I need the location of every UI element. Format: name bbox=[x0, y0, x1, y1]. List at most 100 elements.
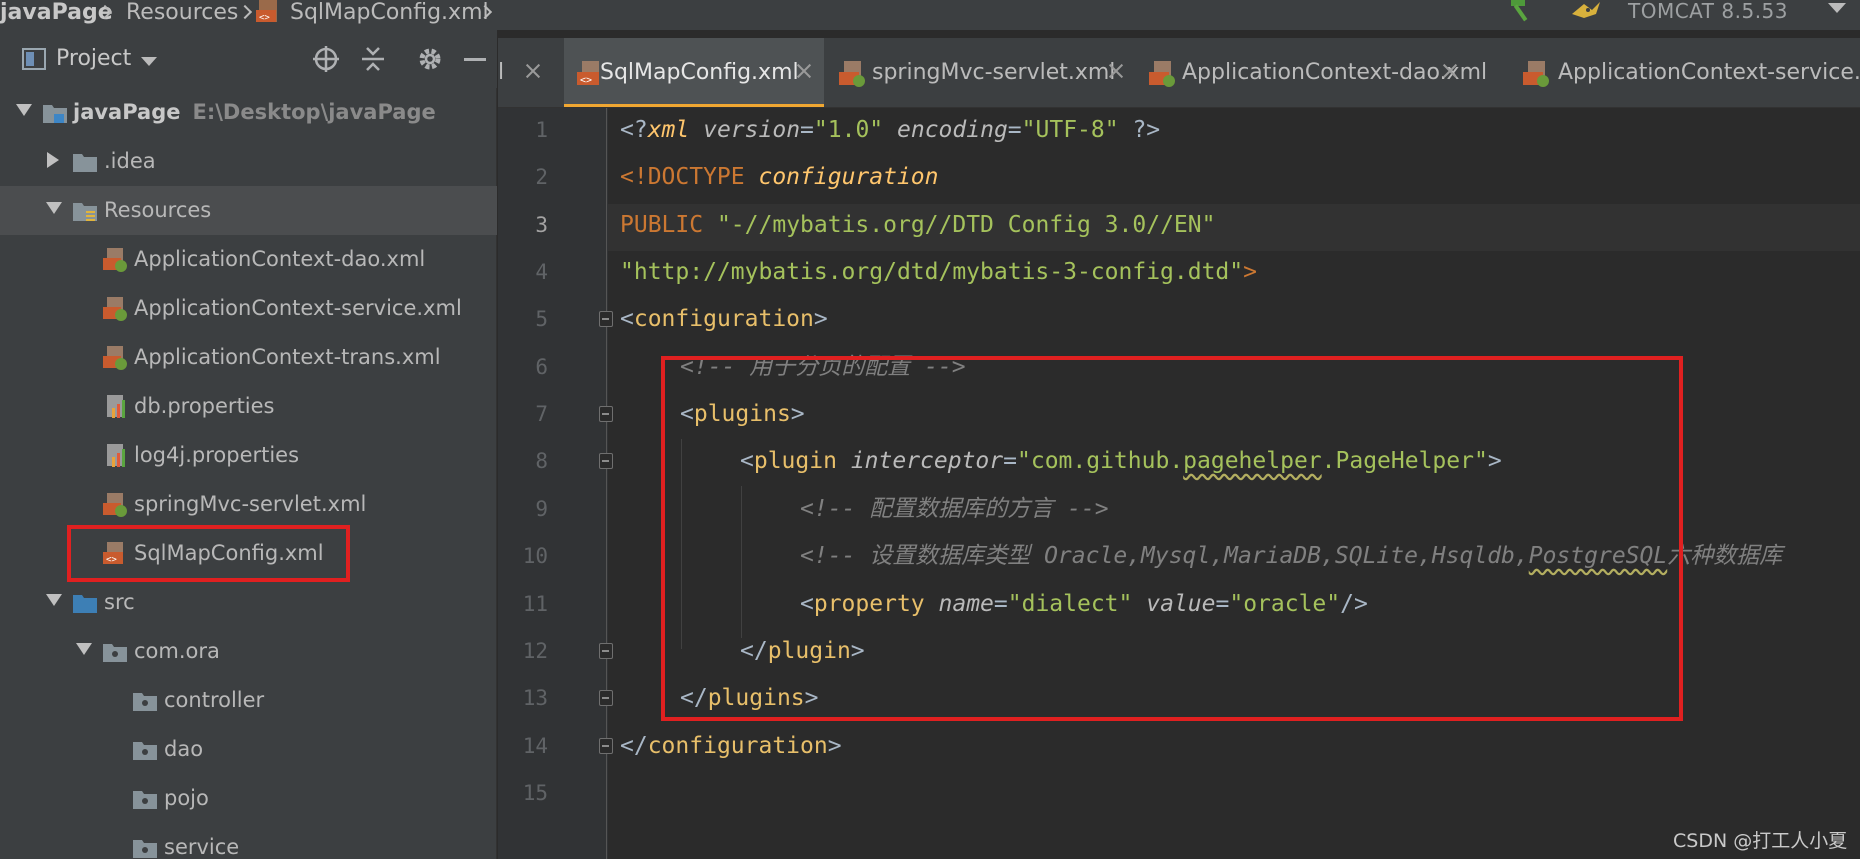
tree-item-src[interactable]: src bbox=[0, 578, 497, 627]
spring-xml-file-icon bbox=[102, 296, 128, 322]
editor-tab-bar: l <> SqlMapConfig.xml springMvc-servlet.… bbox=[498, 38, 1860, 108]
fold-marker-icon[interactable] bbox=[599, 738, 613, 754]
svg-text:<>: <> bbox=[580, 75, 592, 86]
fold-marker-icon[interactable] bbox=[599, 311, 613, 327]
line-number: 11 bbox=[522, 592, 548, 616]
tree-item-package[interactable]: pojo bbox=[0, 774, 497, 823]
line-number: 14 bbox=[522, 734, 548, 758]
tree-item-label: .idea bbox=[104, 149, 156, 173]
project-panel-title[interactable]: Project bbox=[56, 46, 131, 72]
package-icon bbox=[132, 835, 158, 859]
run-configuration-label: TOMCAT 8.5.53 bbox=[1628, 0, 1788, 23]
tree-item-label: ApplicationContext-trans.xml bbox=[134, 345, 441, 369]
chevron-down-icon[interactable] bbox=[1828, 3, 1846, 13]
folder-icon bbox=[72, 149, 98, 175]
tab-truncated[interactable]: l bbox=[498, 38, 560, 107]
expand-arrow-icon[interactable] bbox=[47, 152, 59, 168]
properties-file-icon bbox=[102, 443, 128, 469]
project-view-icon bbox=[22, 48, 46, 74]
spring-xml-file-icon bbox=[102, 345, 128, 371]
tree-item-label: controller bbox=[164, 688, 265, 712]
gear-icon[interactable] bbox=[416, 45, 444, 73]
tree-item-resources[interactable]: Resources bbox=[0, 186, 497, 235]
package-icon bbox=[132, 737, 158, 763]
tree-item-label: springMvc-servlet.xml bbox=[134, 492, 367, 516]
tree-item-file[interactable]: ApplicationContext-service.xml bbox=[0, 284, 497, 333]
tab-label: ApplicationContext-service.xml bbox=[1558, 60, 1860, 85]
line-number: 15 bbox=[522, 781, 548, 805]
tree-item-label: log4j.properties bbox=[134, 443, 300, 467]
code-line-14: </configuration> bbox=[620, 733, 842, 759]
fold-marker-icon[interactable] bbox=[599, 453, 613, 469]
tab-label: l bbox=[498, 60, 505, 85]
spring-xml-file-icon bbox=[102, 492, 128, 518]
fold-marker-icon[interactable] bbox=[599, 690, 613, 706]
expand-arrow-icon[interactable] bbox=[46, 594, 62, 606]
line-number: 4 bbox=[535, 260, 548, 284]
locate-target-icon[interactable] bbox=[312, 45, 340, 73]
close-icon[interactable] bbox=[796, 63, 812, 79]
breadcrumb-resources[interactable]: Resources bbox=[126, 1, 238, 25]
tomcat-icon bbox=[1570, 0, 1602, 26]
highlight-box-code bbox=[661, 356, 1683, 721]
tree-item-package[interactable]: com.ora bbox=[0, 627, 497, 676]
tab-applicationcontext-service[interactable]: ApplicationContext-service.xml bbox=[1518, 38, 1860, 107]
highlight-box-file bbox=[67, 525, 350, 582]
breadcrumb-project[interactable]: javaPage bbox=[0, 1, 113, 25]
xml-file-icon: <> bbox=[256, 0, 282, 24]
tree-item-file[interactable]: ApplicationContext-dao.xml bbox=[0, 235, 497, 284]
tree-item-package[interactable]: dao bbox=[0, 725, 497, 774]
code-line-4: "http://mybatis.org/dtd/mybatis-3-config… bbox=[620, 259, 1257, 285]
close-icon[interactable] bbox=[525, 63, 541, 79]
chevron-down-icon[interactable] bbox=[141, 57, 157, 66]
line-number: 13 bbox=[522, 686, 548, 710]
tree-item-label: service bbox=[164, 835, 240, 859]
collapse-all-icon[interactable] bbox=[359, 45, 387, 73]
line-number: 7 bbox=[535, 402, 548, 426]
expand-arrow-icon[interactable] bbox=[76, 643, 92, 655]
close-icon[interactable] bbox=[1442, 63, 1458, 79]
tab-sqlmapconfig[interactable]: <> SqlMapConfig.xml bbox=[564, 38, 824, 107]
project-tool-window: Project javaPage E:\Desktop\javaPage .id… bbox=[0, 30, 497, 859]
close-icon[interactable] bbox=[1108, 63, 1124, 79]
tree-item-file[interactable]: db.properties bbox=[0, 382, 497, 431]
package-icon bbox=[132, 786, 158, 812]
line-number: 12 bbox=[522, 639, 548, 663]
svg-text:<>: <> bbox=[259, 13, 270, 23]
code-line-2: <!DOCTYPE configuration bbox=[620, 164, 939, 190]
fold-marker-icon[interactable] bbox=[599, 406, 613, 422]
line-number-gutter: 1 2 3 4 5 6 7 8 9 10 11 12 13 14 15 bbox=[498, 108, 608, 859]
tree-item-javapage[interactable]: javaPage E:\Desktop\javaPage bbox=[0, 88, 497, 137]
spring-xml-file-icon bbox=[102, 247, 128, 273]
tab-applicationcontext-dao[interactable]: ApplicationContext-dao.xml bbox=[1142, 38, 1487, 107]
breadcrumb-file[interactable]: SqlMapConfig.xml bbox=[290, 1, 489, 25]
breadcrumb-separator bbox=[238, 1, 252, 25]
minimize-icon[interactable] bbox=[464, 58, 486, 61]
line-number: 3 bbox=[535, 213, 548, 237]
spring-xml-file-icon bbox=[1522, 60, 1550, 88]
tree-item-file[interactable]: ApplicationContext-trans.xml bbox=[0, 333, 497, 382]
tree-item-idea[interactable]: .idea bbox=[0, 137, 497, 186]
breadcrumb-separator bbox=[98, 1, 112, 25]
tree-item-label: javaPage E:\Desktop\javaPage bbox=[73, 100, 436, 124]
tree-item-package[interactable]: service bbox=[0, 823, 497, 859]
tree-item-package[interactable]: controller bbox=[0, 676, 497, 725]
expand-arrow-icon[interactable] bbox=[16, 104, 32, 116]
code-line-5: <configuration> bbox=[620, 306, 828, 332]
line-number: 2 bbox=[535, 165, 548, 189]
tree-item-label: pojo bbox=[164, 786, 209, 810]
fold-marker-icon[interactable] bbox=[599, 643, 613, 659]
tree-item-label: src bbox=[104, 590, 135, 614]
spring-xml-file-icon bbox=[838, 60, 866, 88]
breadcrumb-separator bbox=[478, 1, 492, 25]
tree-item-file[interactable]: log4j.properties bbox=[0, 431, 497, 480]
line-number: 5 bbox=[535, 307, 548, 331]
expand-arrow-icon[interactable] bbox=[46, 202, 62, 214]
tree-item-file[interactable]: springMvc-servlet.xml bbox=[0, 480, 497, 529]
build-hammer-icon[interactable] bbox=[1508, 0, 1538, 26]
tab-springmvc-servlet[interactable]: springMvc-servlet.xml bbox=[828, 38, 1138, 107]
line-number: 6 bbox=[535, 355, 548, 379]
tab-label: SqlMapConfig.xml bbox=[600, 60, 799, 85]
code-line-1: <?xml version="1.0" encoding="UTF-8" ?> bbox=[620, 117, 1161, 143]
tab-label: springMvc-servlet.xml bbox=[872, 60, 1116, 85]
